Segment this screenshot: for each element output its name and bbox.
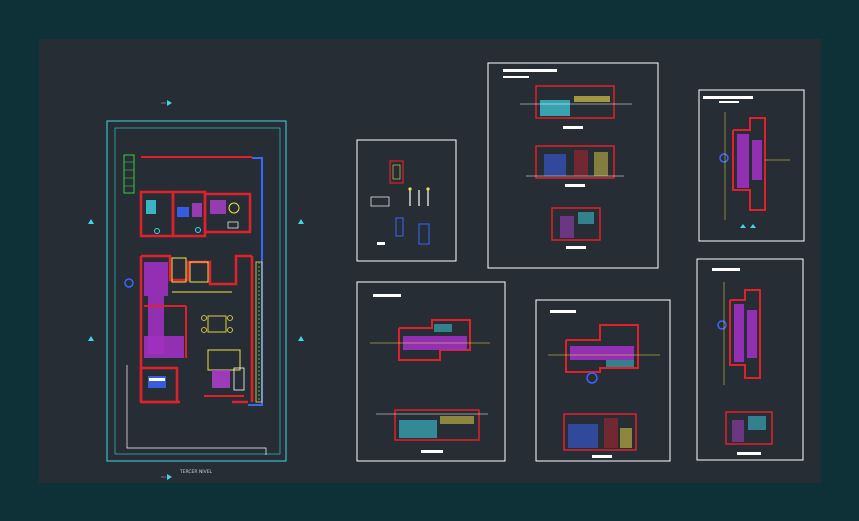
sheet-plan-b[interactable] bbox=[535, 299, 671, 462]
main-floor-plan[interactable]: TERCER NIVEL bbox=[88, 100, 304, 480]
cad-drawing: TERCER NIVEL bbox=[88, 62, 805, 480]
sheet-plan-a[interactable] bbox=[356, 281, 506, 462]
sheet-figures[interactable] bbox=[356, 139, 457, 262]
sheet-elevations[interactable] bbox=[487, 62, 659, 269]
sheet-right-upper[interactable] bbox=[698, 89, 805, 242]
main-plan-label: TERCER NIVEL bbox=[179, 469, 213, 475]
cad-viewport[interactable]: TERCER NIVEL bbox=[0, 0, 859, 521]
sheet-right-lower[interactable] bbox=[696, 258, 804, 461]
